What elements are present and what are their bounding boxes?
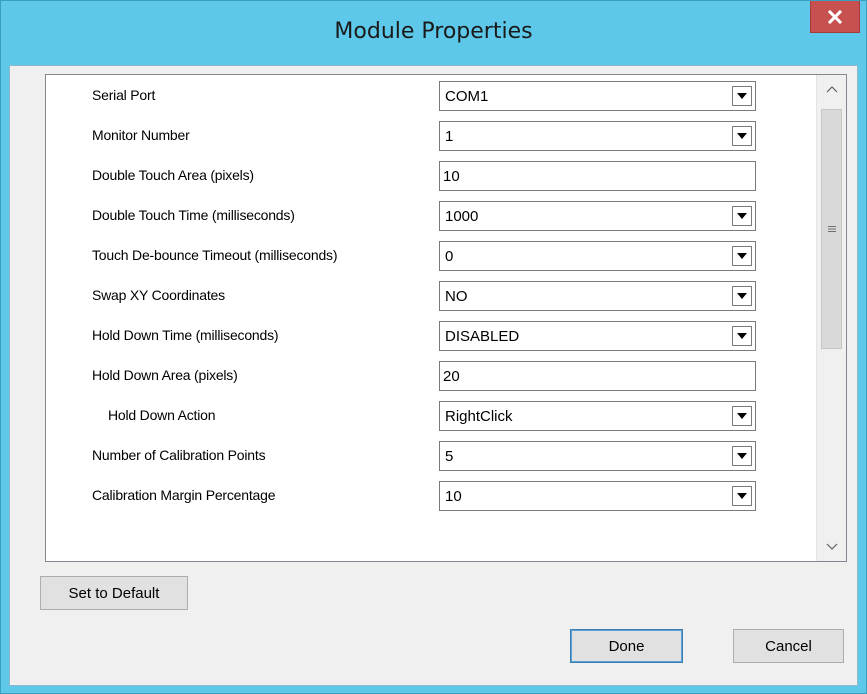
dropdown-arrow-button[interactable] [732,246,752,266]
property-label: Calibration Margin Percentage [92,487,276,503]
dropdown-value: 5 [445,448,454,465]
property-dropdown[interactable]: 1000 [439,201,756,231]
property-label: Touch De-bounce Timeout (milliseconds) [92,247,338,263]
input-value: 20 [443,368,460,385]
property-list: Serial Port COM1 Monitor Number 1 Double Tou… [45,74,847,562]
property-dropdown[interactable]: 1 [439,121,756,151]
vertical-scrollbar[interactable] [816,75,846,561]
property-rows: Serial Port COM1 Monitor Number 1 Double Tou… [46,75,816,561]
property-row: Number of Calibration Points 5 [46,441,816,481]
dropdown-value: 10 [445,488,462,505]
property-label: Number of Calibration Points [92,447,266,463]
set-to-default-button[interactable]: Set to Default [40,576,188,610]
scroll-up-button[interactable] [817,75,846,103]
chevron-down-icon [826,543,837,550]
chevron-down-icon [737,93,747,99]
property-label: Swap XY Coordinates [92,287,225,303]
property-row: Hold Down Area (pixels) 20 [46,361,816,401]
chevron-down-icon [737,213,747,219]
property-dropdown[interactable]: RightClick [439,401,756,431]
chevron-down-icon [737,253,747,259]
close-icon [827,9,843,24]
dropdown-value: 0 [445,248,454,265]
cancel-button[interactable]: Cancel [733,629,844,663]
dropdown-arrow-button[interactable] [732,126,752,146]
dropdown-arrow-button[interactable] [732,406,752,426]
grip-icon [827,226,836,232]
dropdown-value: 1 [445,128,454,145]
dropdown-value: COM1 [445,88,489,105]
dropdown-value: DISABLED [445,328,520,345]
property-dropdown[interactable]: 10 [439,481,756,511]
property-label: Double Touch Area (pixels) [92,167,254,183]
chevron-down-icon [737,333,747,339]
done-button[interactable]: Done [570,629,683,663]
scroll-thumb[interactable] [821,109,842,349]
property-row: Calibration Margin Percentage 10 [46,481,816,521]
dropdown-arrow-button[interactable] [732,86,752,106]
property-label: Double Touch Time (milliseconds) [92,207,295,223]
chevron-down-icon [737,453,747,459]
title-bar: Module Properties [1,1,866,65]
property-label: Hold Down Time (milliseconds) [92,327,279,343]
property-row: Hold Down Time (milliseconds) DISABLED [46,321,816,361]
dropdown-value: RightClick [445,408,513,425]
property-label: Hold Down Action [108,407,216,423]
property-row: Swap XY Coordinates NO [46,281,816,321]
dropdown-value: NO [445,288,468,305]
module-properties-window: Module Properties Serial Port COM1 Monitor… [0,0,867,694]
chevron-down-icon [737,133,747,139]
property-text-input[interactable]: 10 [439,161,756,191]
chevron-down-icon [737,413,747,419]
property-label: Hold Down Area (pixels) [92,367,238,383]
property-row: Monitor Number 1 [46,121,816,161]
property-row: Touch De-bounce Timeout (milliseconds) 0 [46,241,816,281]
property-row: Serial Port COM1 [46,81,816,121]
input-value: 10 [443,168,460,185]
property-text-input[interactable]: 20 [439,361,756,391]
property-row: Hold Down Action RightClick [46,401,816,441]
property-dropdown[interactable]: 0 [439,241,756,271]
property-dropdown[interactable]: NO [439,281,756,311]
property-label: Serial Port [92,87,156,103]
dropdown-arrow-button[interactable] [732,326,752,346]
dropdown-arrow-button[interactable] [732,446,752,466]
property-dropdown[interactable]: COM1 [439,81,756,111]
dropdown-value: 1000 [445,208,479,225]
chevron-down-icon [737,493,747,499]
chevron-down-icon [737,293,747,299]
dialog-body: Serial Port COM1 Monitor Number 1 Double Tou… [9,65,858,686]
window-title: Module Properties [334,19,533,44]
property-row: Double Touch Area (pixels) 10 [46,161,816,201]
property-dropdown[interactable]: 5 [439,441,756,471]
property-dropdown[interactable]: DISABLED [439,321,756,351]
property-row: Double Touch Time (milliseconds) 1000 [46,201,816,241]
dropdown-arrow-button[interactable] [732,486,752,506]
dropdown-arrow-button[interactable] [732,206,752,226]
dropdown-arrow-button[interactable] [732,286,752,306]
close-button[interactable] [810,1,860,33]
scroll-down-button[interactable] [817,533,846,561]
property-label: Monitor Number [92,127,190,143]
chevron-up-icon [826,86,837,93]
